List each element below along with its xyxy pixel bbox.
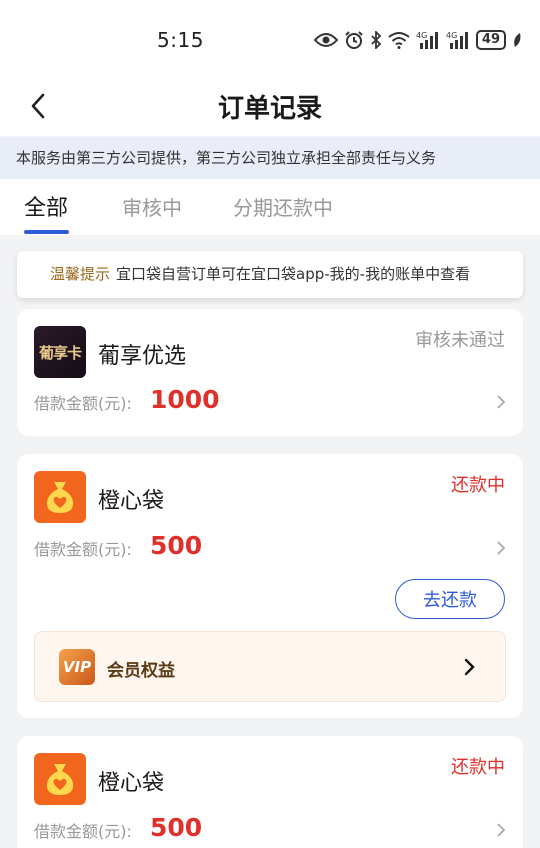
bluetooth-icon	[371, 31, 382, 49]
leaf-icon	[514, 33, 521, 47]
vip-icon: VIP	[59, 649, 95, 685]
tab-installment-repaying[interactable]: 分期还款中	[233, 192, 333, 221]
product-logo	[34, 471, 86, 523]
alarm-icon	[345, 31, 363, 49]
amount-label: 借款金额(元):	[34, 822, 132, 841]
amount-value: 500	[150, 531, 203, 560]
order-tabs: 全部 审核中 分期还款中	[0, 179, 540, 235]
order-card[interactable]: 橙心袋 还款中 借款金额(元): 500 去还款 VIP 会员权益	[17, 454, 523, 718]
chevron-right-icon	[497, 541, 506, 555]
amount-value: 500	[150, 813, 203, 842]
page-title: 订单记录	[217, 94, 322, 124]
chevron-right-icon	[497, 395, 506, 409]
amount-value: 1000	[150, 385, 220, 414]
product-logo	[34, 753, 86, 805]
nav-bar: 订单记录	[0, 78, 540, 136]
battery-icon: 49	[475, 30, 506, 50]
wifi-icon	[388, 32, 410, 49]
order-status: 审核未通过	[415, 330, 505, 351]
order-status: 还款中	[451, 757, 505, 778]
svg-text:4G: 4G	[446, 31, 457, 40]
order-card[interactable]: 葡享卡 葡享优选 审核未通过 借款金额(元): 1000	[17, 309, 523, 436]
signal-4g-icon: 4G	[416, 31, 438, 49]
product-name: 橙心袋	[98, 771, 165, 796]
money-bag-icon	[46, 482, 74, 513]
tip-banner: 温馨提示 宜口袋自营订单可在宜口袋app-我的-我的账单中查看	[17, 251, 523, 298]
signal-4g-icon-2: 4G	[446, 31, 468, 49]
order-card[interactable]: 橙心袋 还款中 借款金额(元): 500	[17, 736, 523, 848]
status-icons: 4G 4G 49	[313, 28, 522, 52]
product-logo: 葡享卡	[34, 326, 86, 378]
active-tab-indicator	[24, 230, 69, 234]
tab-reviewing[interactable]: 审核中	[122, 192, 182, 221]
repay-button[interactable]: 去还款	[395, 579, 505, 619]
svg-text:4G: 4G	[416, 31, 427, 40]
product-name: 葡享优选	[98, 344, 187, 369]
product-logo-text: 葡享卡	[38, 343, 82, 362]
disclaimer-banner: 本服务由第三方公司提供，第三方公司独立承担全部责任与义务	[0, 137, 540, 179]
product-name: 橙心袋	[98, 489, 165, 514]
status-bar: 5:15 4G 4G 49	[0, 0, 540, 78]
chevron-right-icon	[464, 658, 475, 676]
tab-all[interactable]: 全部	[24, 190, 68, 222]
amount-label: 借款金额(元):	[34, 394, 132, 413]
chevron-right-icon	[497, 823, 506, 837]
tip-text: 宜口袋自营订单可在宜口袋app-我的-我的账单中查看	[116, 265, 471, 283]
status-time: 5:15	[157, 28, 204, 52]
money-bag-icon	[46, 764, 74, 795]
member-benefits-label: 会员权益	[107, 661, 175, 681]
tip-label: 温馨提示	[50, 265, 111, 283]
eye-icon	[313, 33, 338, 47]
order-status: 还款中	[451, 475, 505, 496]
member-benefits[interactable]: VIP 会员权益	[34, 631, 506, 702]
amount-label: 借款金额(元):	[34, 540, 132, 559]
